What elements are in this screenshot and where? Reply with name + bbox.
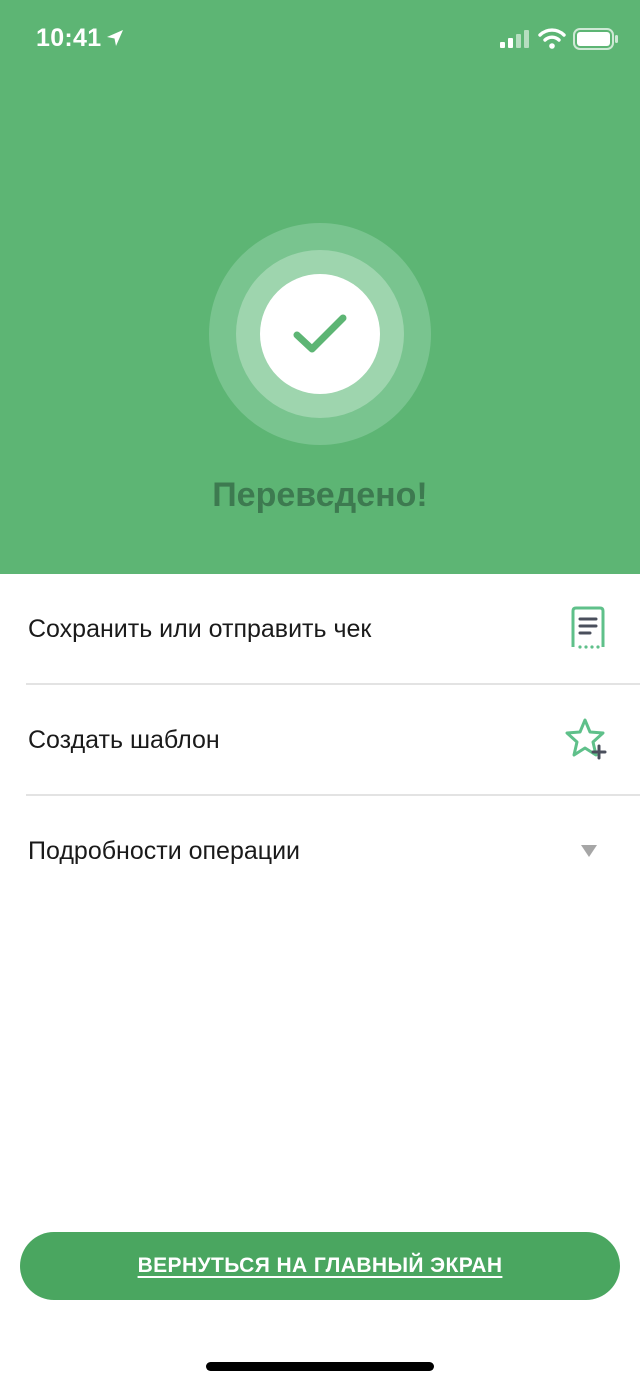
operation-details-row[interactable]: Подробности операции [0, 796, 640, 906]
return-home-label: ВЕРНУТЬСЯ НА ГЛАВНЫЙ ЭКРАН [137, 1254, 503, 1277]
home-indicator[interactable] [206, 1362, 434, 1371]
row-label: Создать шаблон [28, 726, 220, 754]
save-or-send-receipt-row[interactable]: Сохранить или отправить чек [0, 574, 640, 684]
signal-icon [500, 30, 529, 48]
create-template-row[interactable]: Создать шаблон [0, 685, 640, 795]
row-label: Подробности операции [28, 837, 301, 865]
location-arrow-icon [107, 30, 123, 46]
success-header: 10:41 Переведено! [0, 0, 640, 574]
return-home-button[interactable]: ВЕРНУТЬСЯ НА ГЛАВНЫЙ ЭКРАН [20, 1232, 620, 1300]
row-label: Сохранить или отправить чек [28, 615, 372, 643]
wifi-icon [538, 28, 566, 49]
status-time: 10:41 [36, 24, 102, 52]
success-title: Переведено! [212, 476, 428, 514]
chevron-down-icon[interactable] [580, 844, 598, 858]
receipt-icon [571, 606, 605, 649]
battery-icon [573, 28, 618, 50]
star-plus-icon [565, 718, 607, 760]
checkmark-icon [293, 314, 347, 353]
status-bar: 10:41 [0, 0, 640, 80]
